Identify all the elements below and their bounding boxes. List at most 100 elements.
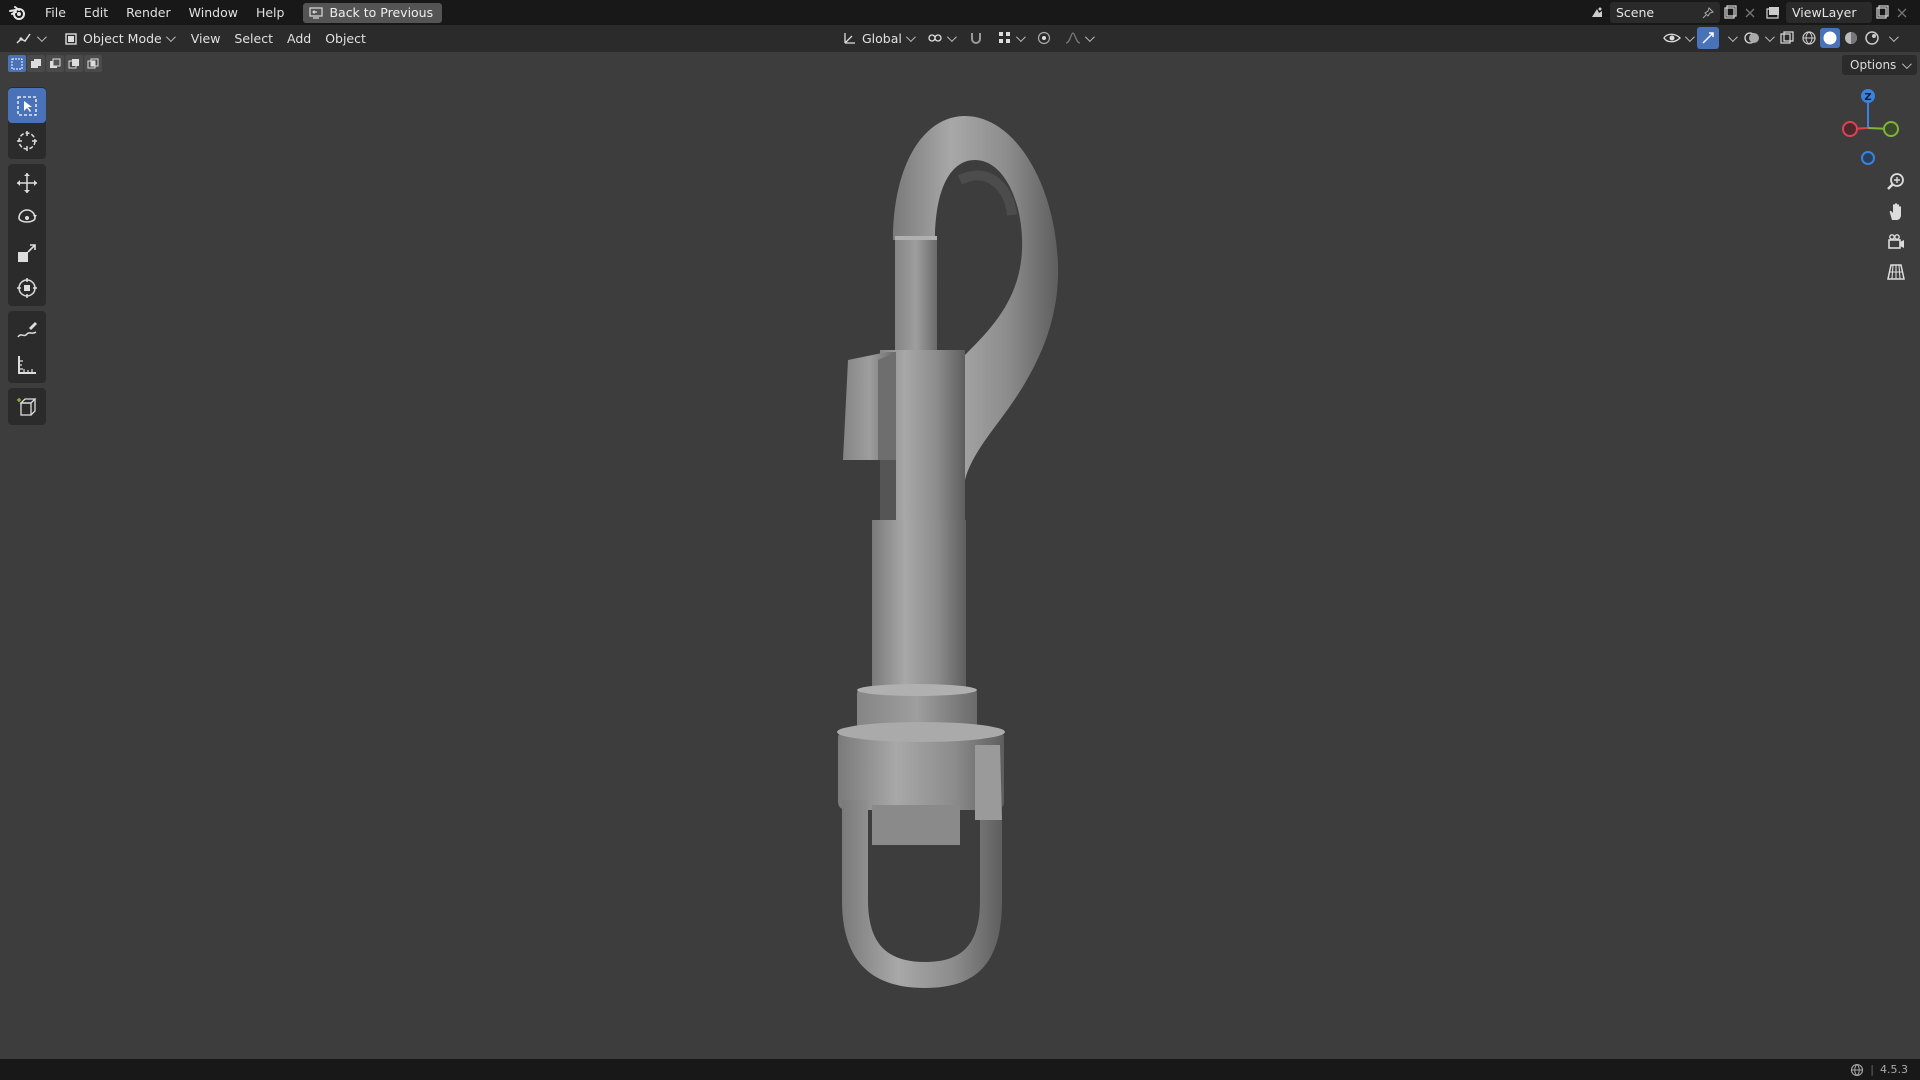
new-view-layer-icon[interactable]: [1872, 3, 1892, 23]
screen-back-icon: [309, 6, 324, 19]
annotate-pencil-icon: [17, 321, 37, 337]
x-axis-negative-handle[interactable]: [1842, 121, 1858, 137]
select-new-icon: [11, 58, 23, 69]
options-button[interactable]: Options: [1842, 55, 1918, 75]
select-invert-mode[interactable]: [65, 55, 83, 72]
menu-render[interactable]: Render: [117, 0, 180, 25]
select-extend-icon: [31, 58, 41, 68]
visibility-selector[interactable]: [1660, 27, 1695, 49]
material-shading-icon[interactable]: [1841, 28, 1861, 48]
xray-icon: [1780, 31, 1794, 44]
menu-window[interactable]: Window: [180, 0, 247, 25]
pivot-link-icon: [928, 34, 942, 42]
select-extend-mode[interactable]: [27, 55, 45, 72]
select-invert-icon: [68, 58, 79, 68]
options-label: Options: [1850, 58, 1897, 72]
add-cube-tool[interactable]: [8, 389, 46, 424]
snap-toggle[interactable]: [961, 27, 991, 49]
menu-help[interactable]: Help: [247, 0, 294, 25]
menu-object[interactable]: Object: [318, 28, 373, 50]
move-tool[interactable]: [8, 165, 46, 200]
overlays-toggle[interactable]: [1740, 27, 1775, 49]
cursor-tool[interactable]: [8, 123, 46, 158]
pin-icon[interactable]: [1702, 6, 1714, 19]
annotate-tool[interactable]: [8, 312, 46, 347]
top-bar: File Edit Render Window Help Back to Pre…: [0, 0, 1920, 25]
select-new-mode[interactable]: [8, 55, 26, 72]
wireframe-shading-icon[interactable]: [1799, 28, 1819, 48]
solid-shading-icon[interactable]: [1820, 28, 1840, 48]
mode-selector[interactable]: Object Mode: [57, 28, 180, 50]
delete-scene-icon[interactable]: [1740, 3, 1760, 23]
xray-toggle[interactable]: [1777, 27, 1797, 49]
scene-icon[interactable]: [1584, 3, 1610, 23]
back-to-previous-button[interactable]: Back to Previous: [303, 2, 443, 23]
view-layer-field[interactable]: ViewLayer: [1786, 2, 1872, 23]
menu-edit[interactable]: Edit: [75, 0, 117, 25]
gizmo-options[interactable]: [1721, 27, 1738, 49]
select-subtract-mode[interactable]: [46, 55, 64, 72]
transform-tool[interactable]: [8, 270, 46, 305]
editor-type-button[interactable]: [8, 28, 51, 50]
add-cube-icon: [17, 397, 37, 416]
scale-tool[interactable]: [8, 235, 46, 270]
pan-button[interactable]: [1882, 198, 1910, 226]
camera-view-button[interactable]: [1882, 228, 1910, 256]
gizmo-toggle[interactable]: [1697, 27, 1719, 49]
delete-view-layer-icon[interactable]: [1892, 3, 1912, 23]
proportional-edit-toggle[interactable]: [1030, 27, 1058, 49]
menu-view[interactable]: View: [184, 28, 228, 50]
menu-file[interactable]: File: [36, 0, 75, 25]
grid-perspective-icon: [1887, 264, 1905, 280]
status-divider: |: [1870, 1063, 1874, 1076]
scene-name: Scene: [1616, 5, 1655, 20]
rotate-icon: [18, 208, 37, 223]
perspective-toggle-button[interactable]: [1882, 258, 1910, 286]
back-to-previous-label: Back to Previous: [329, 5, 434, 20]
transform-icon: [17, 277, 37, 298]
y-axis-negative-handle[interactable]: [1883, 121, 1899, 137]
selection-mode-buttons: [8, 55, 102, 72]
rendered-shading-icon[interactable]: [1862, 28, 1882, 48]
z-axis-label: Z: [1864, 92, 1871, 103]
hand-icon: [1889, 203, 1901, 220]
select-box-icon: [17, 95, 37, 116]
snap-target-selector[interactable]: [991, 27, 1030, 49]
camera-icon: [1888, 234, 1904, 249]
transform-orientation-selector[interactable]: Global: [836, 27, 920, 49]
select-intersect-mode[interactable]: [84, 55, 102, 72]
viewport-header: Object Mode View Select Add Object Globa…: [0, 25, 1920, 52]
measure-tool[interactable]: [8, 347, 46, 382]
move-icon: [17, 172, 37, 193]
falloff-selector[interactable]: [1058, 27, 1099, 49]
object-mode-icon: [65, 32, 77, 45]
proportional-edit-icon: [1037, 31, 1050, 45]
orientation-axes-icon: [844, 33, 855, 44]
view-layer-selector[interactable]: ViewLayer: [1760, 2, 1912, 23]
z-axis-negative-handle[interactable]: [1861, 151, 1875, 165]
select-subtract-icon: [50, 58, 61, 68]
view-layer-name: ViewLayer: [1792, 5, 1857, 20]
scene-name-field[interactable]: Scene: [1610, 2, 1720, 23]
mode-label: Object Mode: [83, 31, 162, 46]
orientation-label: Global: [862, 30, 902, 46]
select-intersect-icon: [87, 58, 99, 68]
menu-add[interactable]: Add: [280, 28, 318, 50]
scale-icon: [18, 243, 36, 262]
measure-ruler-icon: [18, 355, 36, 374]
pivot-point-selector[interactable]: [920, 27, 961, 49]
eye-icon: [1663, 33, 1681, 43]
view-layer-icon[interactable]: [1760, 3, 1786, 23]
blender-logo-icon[interactable]: [0, 0, 36, 25]
zoom-button[interactable]: [1882, 168, 1910, 196]
gizmo-icon: [1702, 32, 1714, 44]
menu-select[interactable]: Select: [227, 28, 280, 50]
navigation-gizmo[interactable]: Z: [1828, 82, 1908, 172]
magnifier-icon: [1887, 173, 1904, 190]
snap-hook-model[interactable]: [820, 110, 1080, 1000]
new-scene-icon[interactable]: [1720, 3, 1740, 23]
scene-selector[interactable]: Scene: [1584, 2, 1760, 23]
shading-options[interactable]: [1883, 27, 1899, 49]
rotate-tool[interactable]: [8, 200, 46, 235]
select-box-tool[interactable]: [8, 88, 46, 123]
